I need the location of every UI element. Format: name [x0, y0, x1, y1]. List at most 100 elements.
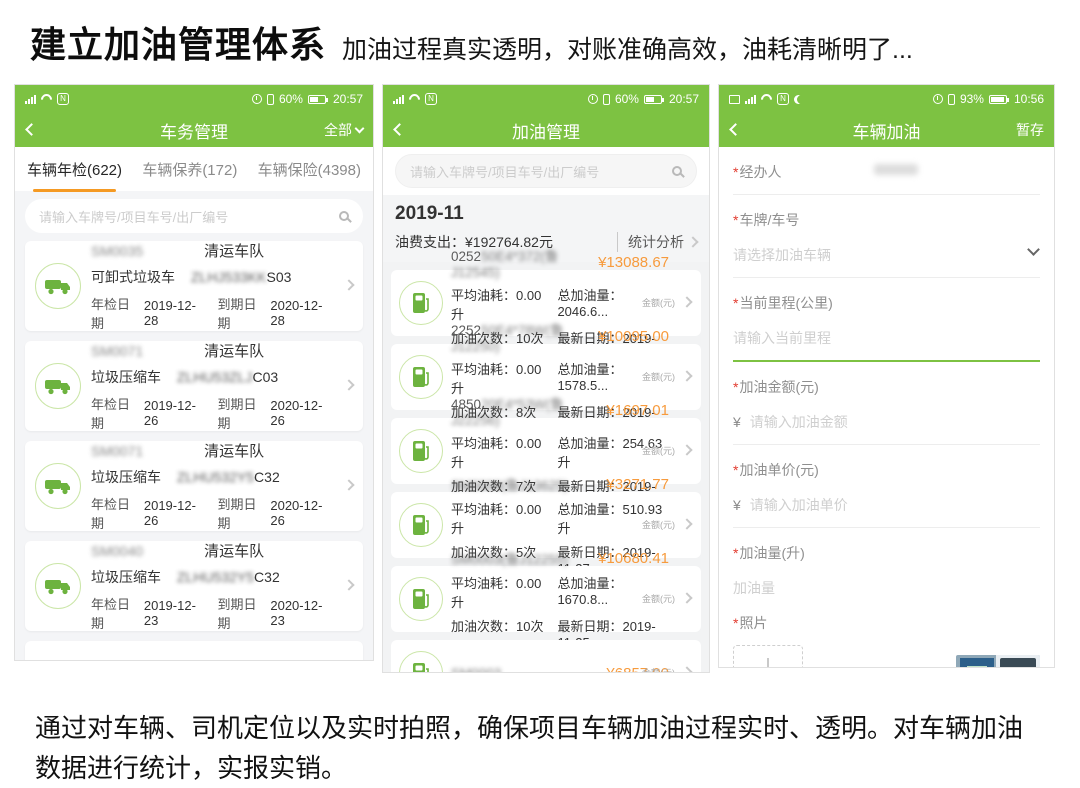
- avg-label: 平均油耗：: [451, 502, 516, 517]
- required-mark: *: [733, 379, 738, 395]
- currency-symbol: ¥: [733, 414, 741, 430]
- fuel-pump-icon: [399, 503, 443, 547]
- fuel-pump-icon: [399, 429, 443, 473]
- check-date: 2019-12-28: [144, 298, 203, 328]
- check-date-label: 年检日期: [91, 494, 137, 532]
- nav-bar: 车务管理 全部: [15, 113, 373, 147]
- month-label: 2019-11: [395, 203, 697, 225]
- required-mark: *: [733, 545, 738, 561]
- vehicle-card-partial[interactable]: SM0040清运车队: [25, 641, 363, 661]
- record-amount: ¥10095.00: [598, 328, 669, 345]
- amount-unit-label: 金额(元): [642, 370, 675, 383]
- sim-icon: [729, 95, 740, 104]
- expire-date-label: 到期日期: [218, 394, 264, 432]
- nav-bar: 车辆加油 暂存: [719, 113, 1054, 147]
- fuel-record-card[interactable]: SM0003(鲁J12255)¥10680.41 平均油耗：0.00升总加油量：…: [391, 566, 701, 632]
- plate-label: 车牌/车号: [739, 212, 799, 228]
- battery-percent: 60%: [279, 92, 303, 106]
- fuel-record-card-partial[interactable]: SM0003¥6857.00 金额(元): [391, 640, 701, 673]
- search-input[interactable]: 请输入车牌号/项目车号/出厂编号: [395, 154, 697, 188]
- upload-photo-button[interactable]: 上传图片: [733, 645, 803, 668]
- fuel-record-list: 025250E4*372(鲁J12545)¥13088.67 平均油耗：0.00…: [383, 262, 709, 673]
- nfc-icon: [425, 93, 437, 105]
- volume-input[interactable]: 加油量: [733, 578, 1040, 598]
- operator-label: 经办人: [739, 164, 781, 180]
- vehicle-plate: ZLHJ533KKS03: [191, 269, 291, 285]
- chevron-right-icon: [681, 518, 692, 529]
- back-icon[interactable]: [25, 123, 38, 136]
- nav-title: 加油管理: [512, 118, 580, 143]
- truck-icon: [35, 463, 81, 509]
- vehicle-card[interactable]: SM0035清运车队 可卸式垃圾车ZLHJ533KKS03 年检日期2019-1…: [25, 241, 363, 331]
- photo-field-label: *照片: [733, 613, 1040, 633]
- vehicle-card[interactable]: SM0071清运车队 垃圾压缩车ZLHU53ZLJC03 年检日期2019-12…: [25, 341, 363, 431]
- masked-operator-value: [874, 164, 918, 175]
- status-bar: 60% 20:57: [15, 85, 373, 113]
- check-date: 2019-12-26: [144, 398, 203, 428]
- chevron-right-icon: [681, 296, 692, 307]
- fleet-name: 清运车队: [204, 340, 264, 361]
- signal-icon: [25, 95, 36, 104]
- alarm-icon: [252, 94, 262, 104]
- battery-icon: [989, 95, 1007, 104]
- expire-date-label: 到期日期: [218, 294, 264, 332]
- vibrate-icon: [267, 94, 274, 105]
- tab-insurance[interactable]: 车辆保险(4398): [258, 153, 361, 186]
- avg-label: 平均油耗：: [451, 288, 516, 303]
- nfc-icon: [57, 93, 69, 105]
- chevron-right-icon: [343, 579, 354, 590]
- expire-date-label: 到期日期: [218, 594, 264, 632]
- amount-placeholder: 请输入加油金额: [750, 412, 848, 432]
- back-icon[interactable]: [393, 123, 406, 136]
- amount-unit-label: 金额(元): [642, 296, 675, 309]
- back-icon[interactable]: [729, 123, 742, 136]
- nav-bar: 加油管理: [383, 113, 709, 147]
- tab-annual-inspection[interactable]: 车辆年检(622): [27, 153, 122, 186]
- status-bar: 60% 20:57: [383, 85, 709, 113]
- divider: [733, 194, 1040, 195]
- total-value: 1578.5...: [557, 378, 608, 393]
- required-mark: *: [733, 462, 738, 478]
- moon-icon: [794, 95, 803, 104]
- save-draft-button[interactable]: 暂存: [1016, 113, 1044, 147]
- vehicle-card[interactable]: SM0040清运车队 垃圾压缩车ZLHU532Y5C32 年检日期2019-12…: [25, 541, 363, 631]
- vehicle-select[interactable]: 请选择加油车辆: [733, 245, 1040, 265]
- fleet-name: 清运车队: [204, 540, 264, 561]
- nfc-icon: [777, 93, 789, 105]
- record-id: 485020E4*53W(鲁J22256): [451, 393, 606, 428]
- alarm-icon: [933, 94, 943, 104]
- vehicle-plate: ZLHU532Y5C32: [177, 569, 280, 585]
- battery-percent: 60%: [615, 92, 639, 106]
- save-draft-label: 暂存: [1016, 120, 1044, 140]
- tab-maintenance[interactable]: 车辆保养(172): [142, 153, 237, 186]
- mileage-input[interactable]: 请输入当前里程: [733, 328, 1040, 348]
- divider: [733, 277, 1040, 278]
- operator-field: *经办人: [733, 162, 1040, 182]
- total-label: 总加油量：: [557, 576, 622, 591]
- screenshot-fuel-management: 60% 20:57 加油管理 请输入车牌号/项目车号/出厂编号 2019-11 …: [382, 84, 710, 673]
- fleet-name: 清运车队: [204, 240, 264, 261]
- check-date-label: 年检日期: [91, 294, 137, 332]
- signal-icon: [745, 95, 756, 104]
- vehicle-card[interactable]: SM0071清运车队 垃圾压缩车ZLHU532Y5C32 年检日期2019-12…: [25, 441, 363, 531]
- search-area: 请输入车牌号/项目车号/出厂编号: [383, 147, 709, 195]
- sign-board: [960, 658, 994, 668]
- amount-input[interactable]: ¥ 请输入加油金额: [733, 412, 1040, 432]
- record-id: SM0003: [451, 666, 501, 674]
- example-group: 示例图：: [893, 655, 1040, 668]
- total-label: 总加油量：: [557, 288, 622, 303]
- check-date: 2019-12-23: [144, 598, 203, 628]
- latest-label: 最新日期：: [557, 619, 622, 634]
- search-input[interactable]: 请输入车牌号/项目车号/出厂编号: [25, 199, 363, 233]
- expire-date-label: 到期日期: [218, 494, 264, 532]
- chevron-right-icon: [681, 370, 692, 381]
- status-bar: 93% 10:56: [719, 85, 1054, 113]
- volume-label: 加油量(升): [739, 545, 804, 561]
- filter-all-button[interactable]: 全部: [324, 113, 363, 147]
- signal-icon: [393, 95, 404, 104]
- price-input[interactable]: ¥ 请输入加油单价: [733, 495, 1040, 515]
- record-id: SM0003(鲁J12255): [451, 548, 568, 568]
- total-label: 总加油量：: [557, 362, 622, 377]
- battery-percent: 93%: [960, 92, 984, 106]
- mileage-field-label: *当前里程(公里): [733, 293, 1040, 313]
